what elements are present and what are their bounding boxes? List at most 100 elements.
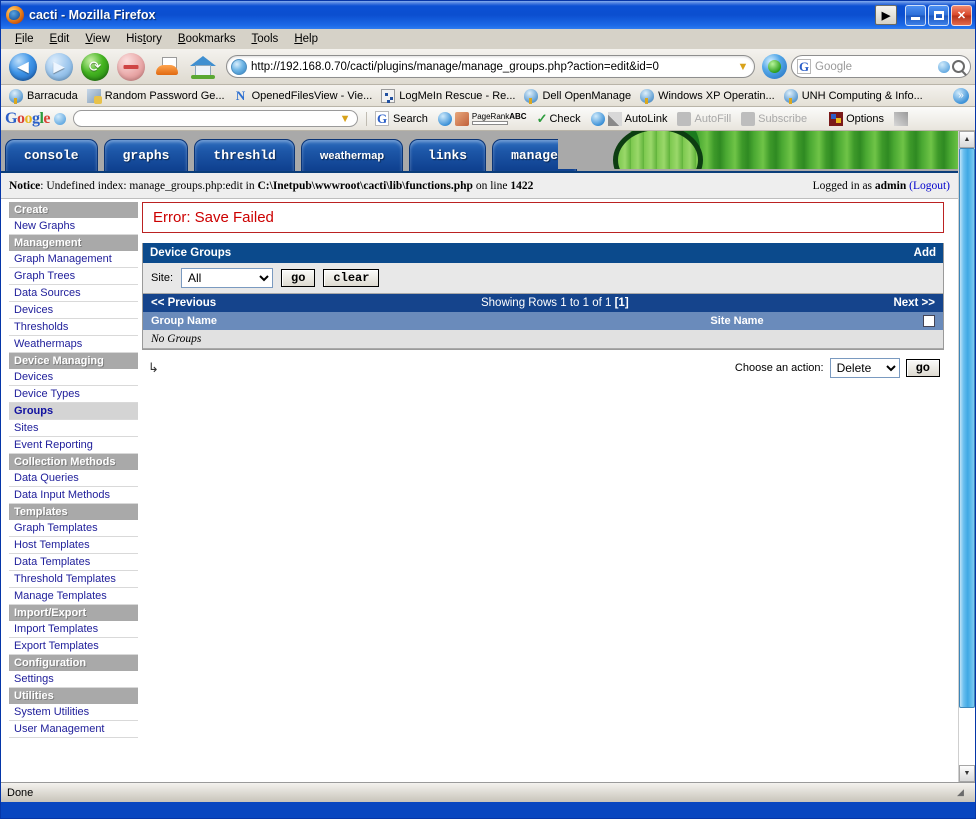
url-bar[interactable]: http://192.168.0.70/cacti/plugins/manage…	[226, 55, 755, 78]
column-site-name[interactable]: Site Name	[551, 315, 923, 327]
sidebar-item-data-queries[interactable]: Data Queries	[9, 470, 138, 487]
bookmark-windows-xp[interactable]: Windows XP Operatin...	[638, 88, 782, 104]
tab-weathermap[interactable]: weathermap	[300, 139, 404, 171]
scrollbar-thumb[interactable]	[959, 148, 975, 708]
firefox-icon	[6, 6, 24, 24]
sidebar-item-data-input-methods[interactable]: Data Input Methods	[9, 487, 138, 504]
google-pencil-button[interactable]	[889, 111, 916, 126]
select-all-checkbox[interactable]	[923, 315, 935, 327]
google-autolink-button[interactable]: AutoLink	[586, 111, 673, 126]
sidebar-item-data-sources[interactable]: Data Sources	[9, 285, 138, 302]
sidebar-item-event-reporting[interactable]: Event Reporting	[9, 437, 138, 454]
gears-icon	[86, 88, 102, 104]
logout-link[interactable]: (Logout)	[909, 180, 950, 192]
close-button[interactable]: ✕	[951, 4, 972, 26]
toolbar-label: Subscribe	[758, 112, 808, 125]
google-search-dropdown-icon[interactable]: ▼	[338, 113, 352, 125]
play-button[interactable]: ▶	[875, 5, 897, 25]
tab-threshld[interactable]: threshld	[194, 139, 295, 171]
sidebar-item-export-templates[interactable]: Export Templates	[9, 638, 138, 655]
google-subscribe-button: Subscribe	[736, 111, 812, 126]
window-title: cacti - Mozilla Firefox	[29, 8, 156, 22]
google-options-button[interactable]: Options	[824, 111, 889, 126]
menu-help[interactable]: Help	[286, 32, 326, 46]
bookmark-openedfilesview[interactable]: N OpenedFilesView - Vie...	[232, 87, 380, 103]
page-scrollbar[interactable]: ▲ ▼	[958, 131, 975, 782]
bookmarks-overflow-icon[interactable]: »	[953, 87, 969, 104]
maximize-button[interactable]	[928, 4, 949, 26]
sidebar-item-groups[interactable]: Groups	[9, 403, 138, 420]
url-dropdown-icon[interactable]: ▼	[736, 61, 750, 73]
bookmark-label: LogMeIn Rescue - Re...	[399, 89, 516, 102]
scroll-up-button[interactable]: ▲	[959, 131, 975, 148]
site-select[interactable]: All	[181, 268, 274, 288]
sidebar-item-settings[interactable]: Settings	[9, 671, 138, 688]
sidebar-item-new-graphs[interactable]: New Graphs	[9, 218, 138, 235]
search-icon[interactable]	[952, 60, 965, 73]
search-engine-icon[interactable]	[938, 60, 950, 73]
forward-button[interactable]: ▶	[41, 50, 77, 84]
search-bar[interactable]: G Google	[791, 55, 971, 78]
sidebar-item-system-utilities[interactable]: System Utilities	[9, 704, 138, 721]
sidebar-item-device-types[interactable]: Device Types	[9, 386, 138, 403]
tab-graphs[interactable]: graphs	[103, 139, 189, 171]
sidebar-item-devices-2[interactable]: Devices	[9, 369, 138, 386]
action-select[interactable]: Delete	[829, 358, 900, 378]
menu-tools[interactable]: Tools	[243, 32, 286, 46]
sidebar-item-graph-management[interactable]: Graph Management	[9, 251, 138, 268]
bookmark-label: OpenedFilesView - Vie...	[251, 89, 373, 102]
resize-grip[interactable]: ◢	[957, 787, 969, 799]
sidebar-item-import-templates[interactable]: Import Templates	[9, 621, 138, 638]
google-search-input[interactable]: ▼	[73, 110, 359, 127]
menu-view[interactable]: View	[77, 32, 118, 46]
next-link[interactable]: Next >>	[893, 297, 935, 309]
add-link[interactable]: Add	[914, 247, 936, 259]
sidebar-item-graph-templates[interactable]: Graph Templates	[9, 520, 138, 537]
menu-edit[interactable]: Edit	[42, 32, 78, 46]
filter-go-button[interactable]: go	[281, 269, 316, 287]
sidebar-item-graph-trees[interactable]: Graph Trees	[9, 268, 138, 285]
bookmark-unh-computing[interactable]: UNH Computing & Info...	[782, 88, 930, 104]
filter-clear-button[interactable]: clear	[323, 269, 380, 287]
column-group-name[interactable]: Group Name	[151, 315, 551, 327]
tab-links[interactable]: links	[409, 139, 487, 171]
google-spellcheck-button[interactable]: ✓ Check	[532, 111, 586, 127]
key-icon	[783, 88, 798, 104]
action-go-button[interactable]: go	[905, 359, 940, 377]
search-placeholder: Google	[815, 60, 853, 73]
google-search-button[interactable]: G Search	[370, 111, 433, 126]
menu-file[interactable]: File	[7, 32, 42, 46]
go-button[interactable]	[762, 54, 787, 79]
back-button[interactable]: ◀	[5, 50, 41, 84]
sidebar-item-devices[interactable]: Devices	[9, 302, 138, 319]
tab-console[interactable]: console	[5, 139, 98, 171]
sidebar-item-weathermaps[interactable]: Weathermaps	[9, 336, 138, 353]
scroll-down-button[interactable]: ▼	[959, 765, 975, 782]
bookmark-barracuda[interactable]: Barracuda	[7, 88, 85, 104]
scrollbar-track[interactable]	[959, 708, 975, 765]
bookmark-logmein-rescue[interactable]: LogMeIn Rescue - Re...	[379, 88, 522, 103]
sidebar-item-host-templates[interactable]: Host Templates	[9, 537, 138, 554]
current-page[interactable]: [1]	[615, 297, 629, 309]
reload-button[interactable]: ⟳	[77, 50, 113, 84]
bookmark-random-password[interactable]: Random Password Ge...	[85, 88, 232, 104]
bookmark-dell-openmanage[interactable]: Dell OpenManage	[522, 88, 638, 104]
sidebar-item-thresholds[interactable]: Thresholds	[9, 319, 138, 336]
menu-history[interactable]: History	[118, 32, 170, 46]
cacti-page: console graphs threshld weathermap links…	[1, 131, 958, 782]
menu-bookmarks[interactable]: Bookmarks	[170, 32, 244, 46]
sidebar-item-user-management[interactable]: User Management	[9, 721, 138, 738]
main-panel: Error: Save Failed Device Groups Add Sit…	[138, 199, 958, 378]
sidebar-item-threshold-templates[interactable]: Threshold Templates	[9, 571, 138, 588]
sidebar-item-sites[interactable]: Sites	[9, 420, 138, 437]
sidebar-item-data-templates[interactable]: Data Templates	[9, 554, 138, 571]
n-letter-icon: N	[235, 87, 246, 103]
google-toolbar: Google ▼ G Search PageRankABC ✓ Check Au…	[1, 107, 975, 131]
print-button[interactable]	[149, 50, 185, 84]
home-button[interactable]	[185, 50, 221, 84]
previous-link[interactable]: << Previous	[151, 297, 216, 309]
bookmarks-icon	[454, 111, 469, 126]
sidebar-item-manage-templates[interactable]: Manage Templates	[9, 588, 138, 605]
minimize-button[interactable]	[905, 4, 926, 26]
stop-button[interactable]	[113, 50, 149, 84]
